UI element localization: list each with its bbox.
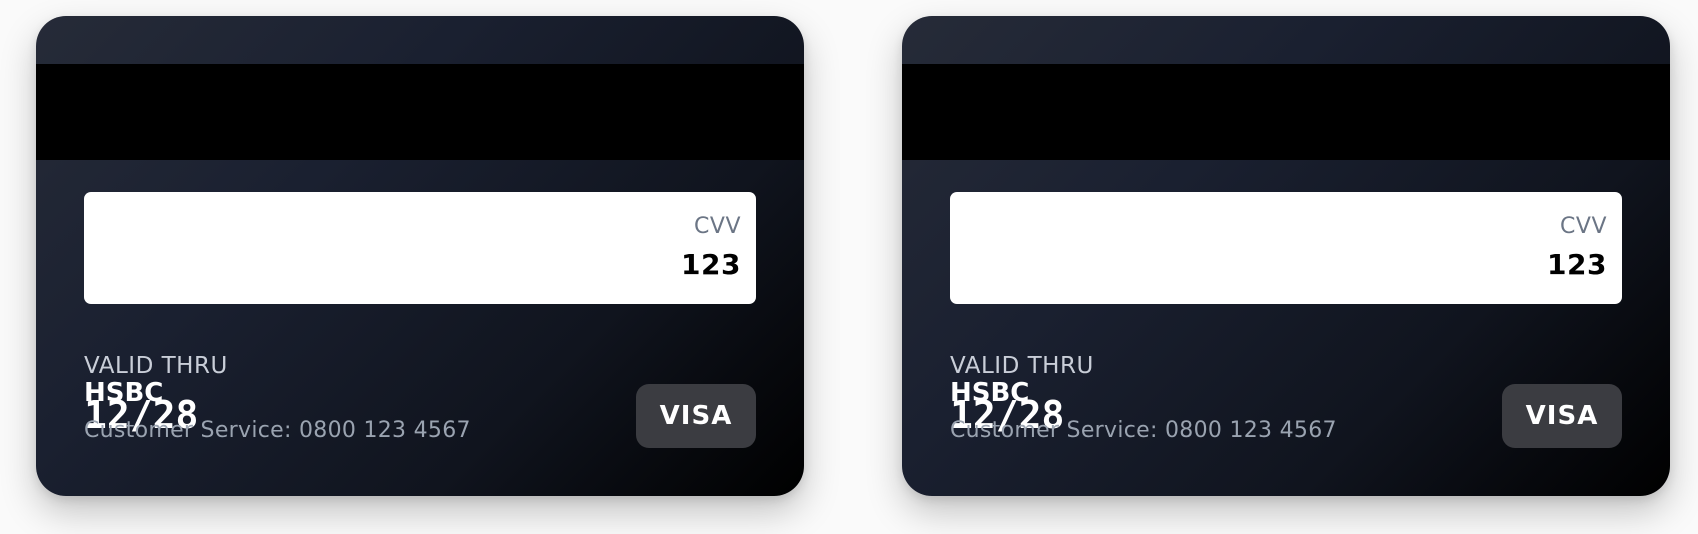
- card-back[interactable]: CVV 123 VALID THRU 12/28 HSBC Customer S…: [36, 16, 804, 496]
- cvv-label: CVV: [1560, 214, 1607, 239]
- card-brand-badge: VISA: [1502, 384, 1622, 448]
- customer-service-text: Customer Service: 0800 123 4567: [950, 418, 1337, 443]
- magnetic-stripe: [36, 64, 804, 160]
- signature-panel: CVV 123: [950, 192, 1622, 304]
- customer-service-text: Customer Service: 0800 123 4567: [84, 418, 471, 443]
- card-brand-badge: VISA: [636, 384, 756, 448]
- cvv-value: 123: [1547, 248, 1607, 281]
- valid-thru-label: VALID THRU: [84, 353, 228, 379]
- magnetic-stripe: [902, 64, 1670, 160]
- cvv-value: 123: [681, 248, 741, 281]
- bank-name: HSBC: [950, 378, 1030, 408]
- card-back[interactable]: CVV 123 VALID THRU 12/28 HSBC Customer S…: [902, 16, 1670, 496]
- cvv-label: CVV: [694, 214, 741, 239]
- visa-logo-icon: VISA: [659, 401, 733, 431]
- visa-logo-icon: VISA: [1525, 401, 1599, 431]
- signature-panel: CVV 123: [84, 192, 756, 304]
- card-backs-preview: CVV 123 VALID THRU 12/28 HSBC Customer S…: [0, 0, 1698, 534]
- valid-thru-label: VALID THRU: [950, 353, 1094, 379]
- bank-name: HSBC: [84, 378, 164, 408]
